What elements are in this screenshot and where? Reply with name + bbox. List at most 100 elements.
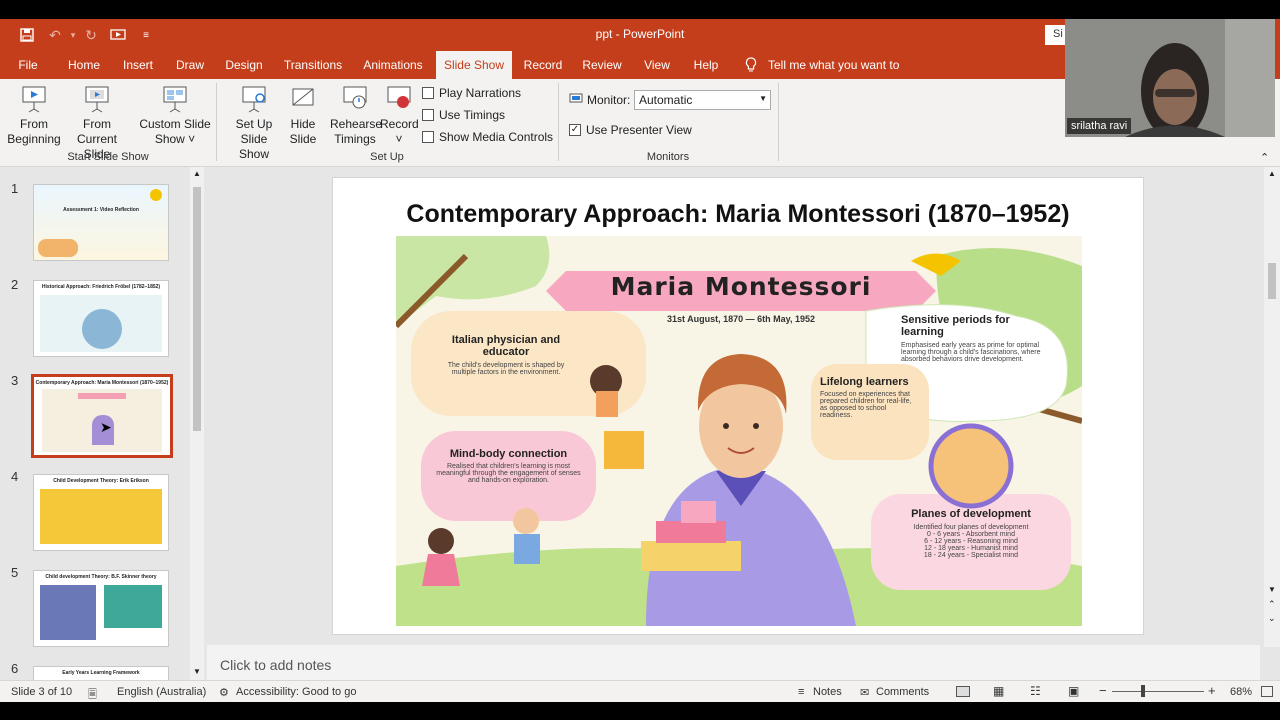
slide-thumbnail-2[interactable]: Historical Approach: Friedrich Fröbel (1…: [33, 280, 169, 357]
notes-placeholder[interactable]: Click to add notes: [220, 657, 331, 673]
box-heading: Mind-body connection: [449, 448, 568, 460]
tab-review[interactable]: Review: [580, 51, 624, 79]
box-heading: Italian physician and educator: [451, 334, 561, 358]
from-beginning-button[interactable]: From Beginning: [6, 85, 62, 147]
scroll-down-icon[interactable]: ▼: [1268, 585, 1276, 594]
custom-slide-show-button[interactable]: Custom Slide Show ˅: [138, 85, 212, 147]
slideshow-screen-icon: [20, 85, 48, 115]
zoom-slider-thumb[interactable]: [1141, 685, 1145, 697]
plane-line: 18 - 24 years - Specialist mind: [923, 552, 1019, 559]
notes-icon[interactable]: ≡: [798, 686, 804, 698]
rehearse-icon: [341, 85, 369, 115]
custom-show-icon: [161, 85, 189, 115]
tell-me-search[interactable]: Tell me what you want to do: [768, 51, 916, 100]
montessori-infographic[interactable]: Maria Montessori 31st August, 1870 — 6th…: [396, 236, 1082, 626]
record-button[interactable]: Record ˅: [380, 85, 419, 147]
record-label-2: ˅: [395, 132, 403, 146]
powerpoint-window: ↶ ▾ ↻ ≡ ppt - PowerPoint Si File Home In…: [0, 0, 1280, 720]
tab-transitions[interactable]: Transitions: [282, 51, 344, 79]
scrollbar-thumb[interactable]: [193, 187, 201, 431]
slide-scrollbar[interactable]: ▲ ▼ ⌃ ⌄: [1264, 167, 1280, 647]
accessibility-status[interactable]: Accessibility: Good to go: [236, 686, 356, 698]
checkbox-box: [422, 131, 434, 143]
set-up-label-1: Set Up: [235, 117, 273, 131]
comments-button[interactable]: Comments: [876, 686, 929, 698]
play-narrations-label: Play Narrations: [439, 86, 522, 100]
thumbnail-title: Historical Approach: Friedrich Fröbel (1…: [41, 284, 161, 290]
tab-insert[interactable]: Insert: [118, 51, 158, 79]
tab-animations[interactable]: Animations: [360, 51, 426, 79]
slide-canvas[interactable]: Contemporary Approach: Maria Montessori …: [332, 177, 1144, 635]
slide-counter[interactable]: Slide 3 of 10: [11, 686, 72, 698]
thumbnail-title: Assessment 1: Video Reflection: [63, 207, 139, 213]
thumbnail-number: 1: [11, 181, 19, 196]
ribbon-divider: [216, 83, 217, 161]
comments-icon[interactable]: ✉: [860, 686, 869, 699]
language-indicator[interactable]: English (Australia): [117, 686, 206, 698]
status-bar: Slide 3 of 10 🗏 English (Australia) ⚙ Ac…: [0, 680, 1280, 702]
thumbnail-number: 2: [11, 277, 19, 292]
webcam-overlay: srilatha ravi: [1065, 19, 1275, 137]
tab-design[interactable]: Design: [222, 51, 266, 79]
box-heading: Lifelong learners: [820, 376, 909, 388]
chevron-down-icon: ▼: [759, 94, 767, 103]
infographic-box-sensitive-periods: Sensitive periods for learning Emphasise…: [901, 314, 1051, 363]
scroll-up-icon[interactable]: ▲: [193, 169, 201, 178]
slide-thumbnail-5[interactable]: Child development Theory: B.F. Skinner t…: [33, 570, 169, 647]
tab-file[interactable]: File: [10, 51, 46, 79]
play-narrations-checkbox[interactable]: Play Narrations: [422, 86, 521, 100]
thumbnail-number: 3: [11, 373, 19, 388]
from-beginning-label-1: From: [20, 117, 48, 131]
tab-slide-show[interactable]: Slide Show: [436, 51, 512, 79]
slideshow-view-icon[interactable]: ▣: [1068, 684, 1079, 698]
scrollbar-thumb[interactable]: [1268, 263, 1276, 299]
show-media-controls-checkbox[interactable]: Show Media Controls: [422, 130, 553, 144]
normal-view-icon[interactable]: [956, 686, 970, 697]
previous-slide-icon[interactable]: ⌃: [1268, 599, 1276, 610]
show-media-controls-label: Show Media Controls: [439, 130, 554, 144]
slide-thumbnail-3-selected[interactable]: Contemporary Approach: Maria Montessori …: [31, 374, 173, 458]
slide-thumbnail-1[interactable]: Assessment 1: Video Reflection: [33, 184, 169, 261]
slide-sorter-icon[interactable]: ▦: [993, 684, 1004, 698]
infographic-box-planes: Planes of development Identified four pl…: [881, 508, 1061, 559]
rehearse-label-1: Rehearse: [330, 117, 383, 131]
infographic-banner: Maria Montessori: [610, 272, 872, 301]
thumbnail-figure: [82, 309, 122, 349]
zoom-out-icon[interactable]: −: [1099, 683, 1107, 698]
slide-thumbnail-4[interactable]: Child Development Theory: Erik Erikson: [33, 474, 169, 551]
scroll-down-icon[interactable]: ▼: [193, 667, 201, 676]
workspace: 1 Assessment 1: Video Reflection 2 Histo…: [0, 167, 1280, 680]
scroll-up-icon[interactable]: ▲: [1268, 169, 1276, 178]
collapse-ribbon-icon[interactable]: ⌃: [1260, 151, 1269, 164]
slide-title[interactable]: Contemporary Approach: Maria Montessori …: [333, 200, 1143, 229]
reading-view-icon[interactable]: ☷: [1030, 684, 1041, 698]
zoom-in-icon[interactable]: +: [1208, 683, 1216, 698]
plane-line: 12 - 18 years - Humanist mind: [924, 545, 1018, 552]
box-body: The child's development is shaped by mul…: [447, 362, 565, 376]
use-presenter-view-checkbox[interactable]: ✓ Use Presenter View: [569, 123, 692, 137]
fit-to-window-icon[interactable]: [1261, 686, 1273, 697]
setup-slideshow-icon: [240, 85, 268, 115]
tab-draw[interactable]: Draw: [172, 51, 208, 79]
spelling-check-icon[interactable]: 🗏: [88, 686, 97, 705]
monitor-select[interactable]: Automatic ▼: [634, 90, 771, 110]
infographic-box-physician: Italian physician and educator The child…: [436, 334, 576, 376]
tab-home[interactable]: Home: [62, 51, 106, 79]
rehearse-timings-button[interactable]: Rehearse Timings: [330, 85, 383, 147]
use-timings-checkbox[interactable]: Use Timings: [422, 108, 505, 122]
zoom-slider-track[interactable]: [1112, 691, 1204, 692]
zoom-level[interactable]: 68%: [1230, 686, 1252, 698]
tab-record[interactable]: Record: [522, 51, 564, 79]
notes-pane[interactable]: Click to add notes: [207, 645, 1260, 680]
thumbnail-illustration: [40, 489, 162, 544]
mouse-cursor-icon: ➤: [100, 419, 112, 435]
plane-line: 6 - 12 years - Reasoning mind: [924, 538, 1018, 545]
thumbnail-scrollbar[interactable]: ▲ ▼: [190, 167, 204, 680]
notes-button[interactable]: Notes: [813, 686, 842, 698]
tab-help[interactable]: Help: [690, 51, 722, 79]
hide-slide-button[interactable]: Hide Slide: [286, 85, 320, 147]
accessibility-icon[interactable]: ⚙: [219, 686, 229, 699]
slide-thumbnail-6[interactable]: Early Years Learning Framework: [33, 666, 169, 680]
tab-view[interactable]: View: [640, 51, 674, 79]
next-slide-icon[interactable]: ⌄: [1268, 613, 1276, 624]
